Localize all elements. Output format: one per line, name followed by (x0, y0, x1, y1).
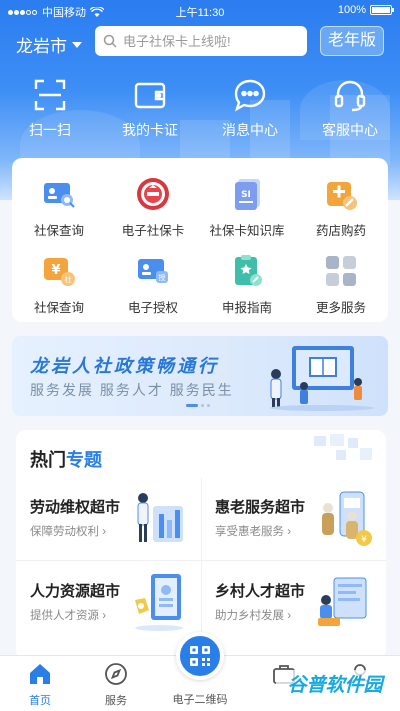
topic-elderly-services[interactable]: 惠老服务超市 享受惠老服务 › ¥ (201, 478, 386, 558)
pharmacy-icon (327, 182, 357, 210)
message-icon (234, 79, 266, 112)
service-label: 社保卡知识库 (209, 224, 285, 238)
topic-subtitle: 保障劳动权利 › (30, 526, 107, 538)
quick-action-label: 我的卡证 (122, 122, 178, 138)
svg-text:¥: ¥ (361, 535, 367, 545)
labor-rights-illustration (137, 493, 183, 542)
status-bar: 中国移动 上午11:30 100% (0, 0, 400, 22)
service-social-security-query-2[interactable]: ¥ 社 社保查询 (12, 253, 106, 316)
quick-action-messages[interactable]: 消息中心 (200, 78, 300, 148)
tab-home[interactable]: 首页 (10, 662, 70, 708)
scan-icon (34, 79, 66, 111)
battery-level: 100% (337, 4, 366, 16)
quick-action-label: 消息中心 (222, 122, 278, 138)
home-icon (30, 664, 50, 684)
topic-subtitle: 助力乡村发展 › (215, 610, 292, 622)
topic-rural-talent[interactable]: 乡村人才超市 助力乡村发展 › (201, 562, 386, 642)
headset-icon (334, 80, 366, 112)
policy-banner[interactable]: 龙岩人社政策畅通行 服务发展 服务人才 服务民生 (12, 336, 388, 416)
service-social-security-query[interactable]: 社保查询 (12, 176, 106, 239)
city-selector[interactable]: 龙岩市 (16, 32, 82, 57)
service-more[interactable]: 更多服务 (294, 253, 388, 316)
service-label: 社保查询 (33, 301, 84, 315)
service-label: 社保查询 (33, 224, 84, 238)
more-services-icon (326, 256, 356, 286)
rural-talent-illustration (318, 577, 367, 626)
service-label: 药店购药 (315, 224, 366, 238)
quick-action-label: 客服中心 (322, 122, 378, 138)
section-title-part1: 热门 (30, 450, 66, 470)
service-label: 电子授权 (127, 301, 178, 315)
qr-code-button[interactable] (176, 632, 224, 680)
service-label: 更多服务 (315, 301, 366, 315)
si-document-icon: SI (235, 179, 260, 210)
decorative-squares (314, 434, 372, 460)
qr-code-icon (190, 646, 210, 666)
banner-pager (186, 404, 210, 407)
divider (16, 560, 386, 561)
section-title: 热门专题 (30, 446, 102, 472)
topic-subtitle: 享受惠老服务 › (215, 526, 292, 538)
social-security-badge-icon (137, 178, 169, 210)
svg-text:授: 授 (159, 273, 166, 282)
topic-title: 惠老服务超市 (215, 499, 306, 516)
service-e-authorization[interactable]: 授 电子授权 (106, 253, 200, 316)
id-card-search-icon (44, 183, 75, 208)
qr-code-label: 电子二维码 (172, 694, 228, 706)
topic-title: 乡村人才超市 (215, 583, 306, 600)
banner-illustration (270, 346, 374, 411)
section-title-part2: 专题 (66, 450, 102, 470)
city-name: 龙岩市 (16, 37, 67, 56)
service-grid-card: 社保查询 电子社保卡 SI 社保卡知识库 药店购药 ¥ 社 社保查询 授 电子授… (12, 158, 388, 322)
topic-subtitle: 提供人才资源 › (30, 610, 107, 622)
service-label: 电子社保卡 (121, 224, 185, 238)
service-label: 申报指南 (221, 301, 272, 315)
quick-actions: 扫一扫 我的卡证 消息中心 客服中心 (0, 78, 400, 148)
search-box[interactable] (95, 26, 307, 56)
quick-action-label: 扫一扫 (29, 122, 71, 138)
topic-labor-rights[interactable]: 劳动维权超市 保障劳动权利 › (16, 478, 201, 558)
hot-topics-card: 热门专题 劳动维权超市 保障劳动权利 › 惠老服务超市 享受惠老服务 › ¥ 人… (16, 430, 386, 660)
authorization-card-icon: 授 (138, 259, 168, 283)
quick-action-scan[interactable]: 扫一扫 (0, 78, 100, 148)
quick-action-customer-service[interactable]: 客服中心 (300, 78, 400, 148)
banner-subtitle: 服务发展 服务人才 服务民生 (30, 382, 234, 398)
battery-icon (370, 5, 394, 15)
topic-title: 劳动维权超市 (30, 499, 121, 516)
top-bar: 龙岩市 老年版 (0, 26, 400, 58)
guide-clipboard-icon (235, 255, 262, 286)
search-icon (103, 34, 117, 48)
svg-text:SI: SI (241, 190, 251, 200)
quick-action-my-cards[interactable]: 我的卡证 (100, 78, 200, 148)
service-knowledge-base[interactable]: SI 社保卡知识库 (200, 176, 294, 239)
service-filing-guide[interactable]: 申报指南 (200, 253, 294, 316)
compass-icon (105, 663, 127, 685)
service-pharmacy[interactable]: 药店购药 (294, 176, 388, 239)
banner-title: 龙岩人社政策畅通行 (30, 356, 219, 376)
wallet-icon (134, 82, 166, 109)
tab-services[interactable]: 服务 (86, 662, 146, 708)
caret-down-icon (72, 41, 82, 48)
elder-mode-button[interactable]: 老年版 (320, 26, 384, 56)
svg-text:¥: ¥ (51, 263, 60, 278)
yuan-coin-icon: ¥ 社 (44, 258, 75, 286)
topic-title: 人力资源超市 (30, 583, 121, 600)
tab-label: 服务 (105, 695, 127, 707)
elderly-services-illustration: ¥ (322, 491, 372, 546)
svg-text:社: 社 (65, 275, 72, 284)
human-resources-illustration (135, 574, 183, 631)
watermark: 谷普软件园 (276, 670, 394, 702)
topic-human-resources[interactable]: 人力资源超市 提供人才资源 › (16, 562, 201, 642)
tab-label: 首页 (29, 695, 51, 707)
search-input[interactable] (123, 33, 303, 49)
service-e-social-card[interactable]: 电子社保卡 (106, 176, 200, 239)
